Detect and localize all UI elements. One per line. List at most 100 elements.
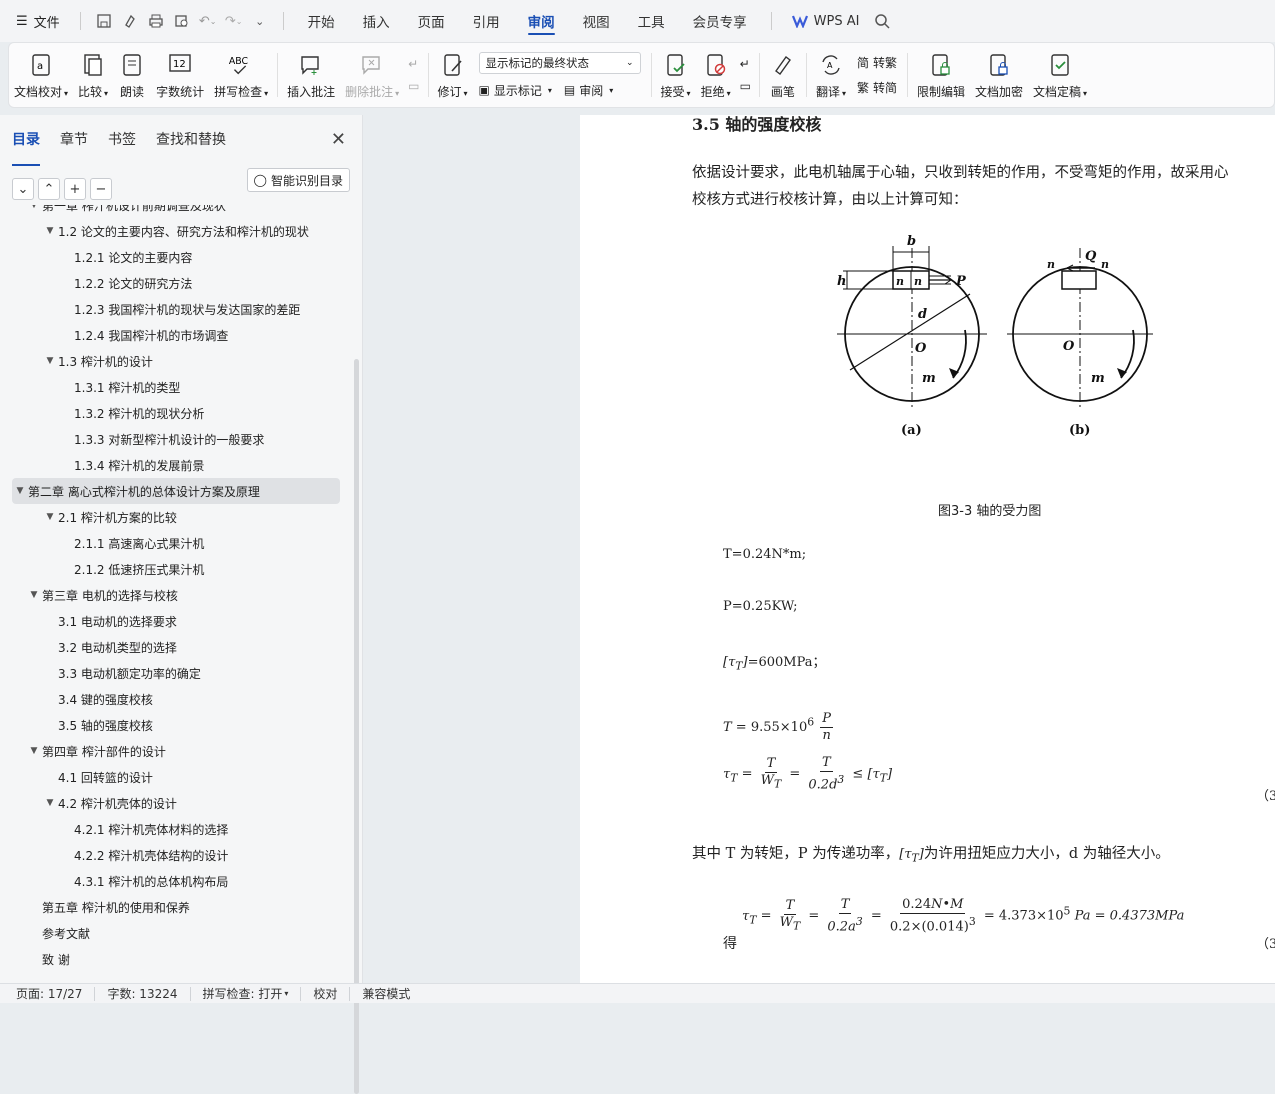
toc-item-label: 4.3.1 榨汁机的总体机构布局 bbox=[74, 874, 229, 889]
print-preview-icon[interactable] bbox=[169, 8, 195, 34]
toc-item[interactable]: ▼ 4.2 榨汁机壳体的设计 bbox=[0, 790, 352, 816]
delete-comment-button[interactable]: 删除批注 ▾ bbox=[340, 43, 404, 107]
toc-item[interactable]: 第五章 榨汁机的使用和保养 bbox=[0, 894, 352, 920]
tab-home[interactable]: 开始 bbox=[294, 0, 349, 42]
finalize-button[interactable]: 文档定稿 ▾ bbox=[1028, 43, 1092, 107]
tab-insert[interactable]: 插入 bbox=[349, 0, 404, 42]
toc-item[interactable]: 参考文献 bbox=[0, 920, 352, 946]
toc-item[interactable]: 4.3.1 榨汁机的总体机构布局 bbox=[0, 868, 352, 894]
wps-ai-button[interactable]: WPS AI bbox=[782, 14, 870, 29]
status-spell-check[interactable]: 拼写检查: 打开 ▾ bbox=[191, 986, 302, 1001]
toc-item[interactable]: 3.2 电动机类型的选择 bbox=[0, 634, 352, 660]
translate-button[interactable]: A 翻译 ▾ bbox=[811, 43, 851, 107]
nav-tab-find-replace[interactable]: 查找和替换 bbox=[156, 129, 226, 159]
nav-tab-toc[interactable]: 目录 bbox=[12, 129, 40, 166]
expand-toggle-icon[interactable]: ▼ bbox=[26, 746, 42, 756]
toc-item[interactable]: 1.2.4 我国榨汁机的市场调查 bbox=[0, 322, 352, 348]
toc-item[interactable]: ▼ 1.3 榨汁机的设计 bbox=[0, 348, 352, 374]
tab-references[interactable]: 引用 bbox=[459, 0, 514, 42]
markup-state-select[interactable]: 显示标记的最终状态 ⌄ bbox=[478, 51, 641, 74]
toc-item[interactable]: 3.4 键的强度校核 bbox=[0, 686, 352, 712]
toc-item[interactable]: 1.3.3 对新型榨汁机设计的一般要求 bbox=[0, 426, 352, 452]
show-markup-button[interactable]: ▣ 显示标记 ▾ bbox=[479, 82, 552, 99]
smart-toc-button[interactable]: ◯ 智能识别目录 bbox=[246, 168, 350, 192]
toc-item[interactable]: ▼ 第三章 电机的选择与校核 bbox=[0, 582, 352, 608]
restrict-edit-button[interactable]: 限制编辑 bbox=[912, 43, 970, 107]
save-icon[interactable] bbox=[91, 8, 117, 34]
track-changes-button[interactable]: 修订 ▾ bbox=[433, 43, 473, 107]
toc-item[interactable]: 3.1 电动机的选择要求 bbox=[0, 608, 352, 634]
prev-change-icon[interactable]: ↵ bbox=[740, 57, 751, 71]
expand-toggle-icon[interactable]: ▼ bbox=[42, 798, 58, 808]
nav-tab-bookmarks[interactable]: 书签 bbox=[108, 129, 136, 159]
toc-item[interactable]: 1.2.1 论文的主要内容 bbox=[0, 244, 352, 270]
export-pdf-icon[interactable] bbox=[117, 8, 143, 34]
close-icon[interactable]: ✕ bbox=[331, 129, 346, 150]
document-page[interactable]: 3.5 轴的强度校核 依据设计要求，此电机轴属于心轴，只收到转矩的作用，不受弯矩… bbox=[580, 115, 1275, 983]
toc-item[interactable]: ▼ 2.1 榨汁机方案的比较 bbox=[0, 504, 352, 530]
toc-item[interactable]: 致 谢 bbox=[0, 946, 352, 972]
prev-comment-icon[interactable]: ↵ bbox=[408, 57, 419, 71]
expand-toggle-icon[interactable]: ▼ bbox=[42, 226, 58, 236]
encrypt-button[interactable]: 文档加密 bbox=[970, 43, 1028, 107]
undo-icon[interactable]: ↶ ⌄ bbox=[195, 8, 221, 34]
spell-check-button[interactable]: ABC 拼写检查 ▾ bbox=[209, 43, 273, 107]
toc-item[interactable]: ▼ 第一章 榨汁机设计前期调查及现状 bbox=[0, 205, 352, 218]
doc-check-button[interactable]: a 文档校对 ▾ bbox=[9, 43, 73, 107]
toc-item[interactable]: 1.3.1 榨汁机的类型 bbox=[0, 374, 352, 400]
file-menu[interactable]: ☰ 文件 bbox=[0, 0, 70, 42]
status-page[interactable]: 页面: 17/27 bbox=[0, 986, 96, 1001]
status-word-count[interactable]: 字数: 13224 bbox=[95, 986, 191, 1001]
chevron-down-icon[interactable]: ⌄ bbox=[247, 8, 273, 34]
tab-view[interactable]: 视图 bbox=[569, 0, 624, 42]
tab-member[interactable]: 会员专享 bbox=[679, 0, 761, 42]
plus-icon[interactable]: + bbox=[64, 178, 86, 200]
next-change-icon[interactable]: ▭ bbox=[740, 79, 751, 93]
toc-item[interactable]: 3.5 轴的强度校核 bbox=[0, 712, 352, 738]
toc-item[interactable]: 1.3.2 榨汁机的现状分析 bbox=[0, 400, 352, 426]
toc-item[interactable]: 1.3.4 榨汁机的发展前景 bbox=[0, 452, 352, 478]
tab-tools[interactable]: 工具 bbox=[624, 0, 679, 42]
chevron-up-icon[interactable]: ⌃ bbox=[38, 178, 60, 200]
figure-label-O: O bbox=[1063, 339, 1075, 354]
pen-button[interactable]: 画笔 bbox=[764, 43, 802, 107]
expand-toggle-icon[interactable]: ▼ bbox=[12, 486, 28, 496]
toc-item[interactable]: ▼ 第二章 离心式榨汁机的总体设计方案及原理 bbox=[12, 478, 340, 504]
nav-tab-chapters[interactable]: 章节 bbox=[60, 129, 88, 159]
accept-button[interactable]: 接受 ▾ bbox=[656, 43, 696, 107]
next-comment-icon[interactable]: ▭ bbox=[408, 79, 419, 93]
review-pane-button[interactable]: ▤ 审阅 ▾ bbox=[564, 82, 613, 99]
toc-item[interactable]: 3.3 电动机额定功率的确定 bbox=[0, 660, 352, 686]
compare-button[interactable]: 比较 ▾ bbox=[73, 43, 113, 107]
toc-item[interactable]: 2.1.1 高速离心式果汁机 bbox=[0, 530, 352, 556]
toc-item[interactable]: 4.2.1 榨汁机壳体材料的选择 bbox=[0, 816, 352, 842]
toc-item[interactable]: 2.1.2 低速挤压式果汁机 bbox=[0, 556, 352, 582]
toc-item[interactable]: ▼ 第四章 榨汁部件的设计 bbox=[0, 738, 352, 764]
navigation-pane: 目录 章节 书签 查找和替换 ✕ ⌄ ⌃ + − ◯ 智能识别目录 ▼ 第一章 榨… bbox=[0, 115, 363, 1094]
search-icon[interactable] bbox=[869, 8, 895, 34]
expand-toggle-icon[interactable]: ▼ bbox=[42, 512, 58, 522]
toc-item[interactable]: 1.2.2 论文的研究方法 bbox=[0, 270, 352, 296]
to-simplified-button[interactable]: 繁转简 bbox=[857, 79, 897, 96]
paragraph-line: 依据设计要求，此电机轴属于心轴，只收到转矩的作用，不受弯矩的作用，故采用心 bbox=[692, 165, 1229, 181]
expand-toggle-icon[interactable]: ▼ bbox=[26, 205, 42, 210]
toc-item[interactable]: 1.2.3 我国榨汁机的现状与发达国家的差距 bbox=[0, 296, 352, 322]
status-proofread[interactable]: 校对 bbox=[301, 986, 351, 1001]
toc-item[interactable]: 4.2.2 榨汁机壳体结构的设计 bbox=[0, 842, 352, 868]
minus-icon[interactable]: − bbox=[90, 178, 112, 200]
word-count-button[interactable]: 12 字数统计 bbox=[151, 43, 209, 107]
chevron-down-icon[interactable]: ⌄ bbox=[12, 178, 34, 200]
tab-page[interactable]: 页面 bbox=[404, 0, 459, 42]
redo-icon[interactable]: ↷ ⌄ bbox=[221, 8, 247, 34]
toc-item[interactable]: 4.1 回转篮的设计 bbox=[0, 764, 352, 790]
insert-comment-button[interactable]: 插入批注 bbox=[282, 43, 340, 107]
figure-label-b: b bbox=[907, 234, 916, 249]
expand-toggle-icon[interactable]: ▼ bbox=[26, 590, 42, 600]
to-traditional-button[interactable]: 简转繁 bbox=[857, 54, 897, 71]
tab-review[interactable]: 审阅 bbox=[514, 0, 569, 42]
read-aloud-button[interactable]: 朗读 bbox=[113, 43, 151, 107]
toc-item[interactable]: ▼ 1.2 论文的主要内容、研究方法和榨汁机的现状 bbox=[0, 218, 352, 244]
expand-toggle-icon[interactable]: ▼ bbox=[42, 356, 58, 366]
reject-button[interactable]: 拒绝 ▾ bbox=[696, 43, 736, 107]
print-icon[interactable] bbox=[143, 8, 169, 34]
